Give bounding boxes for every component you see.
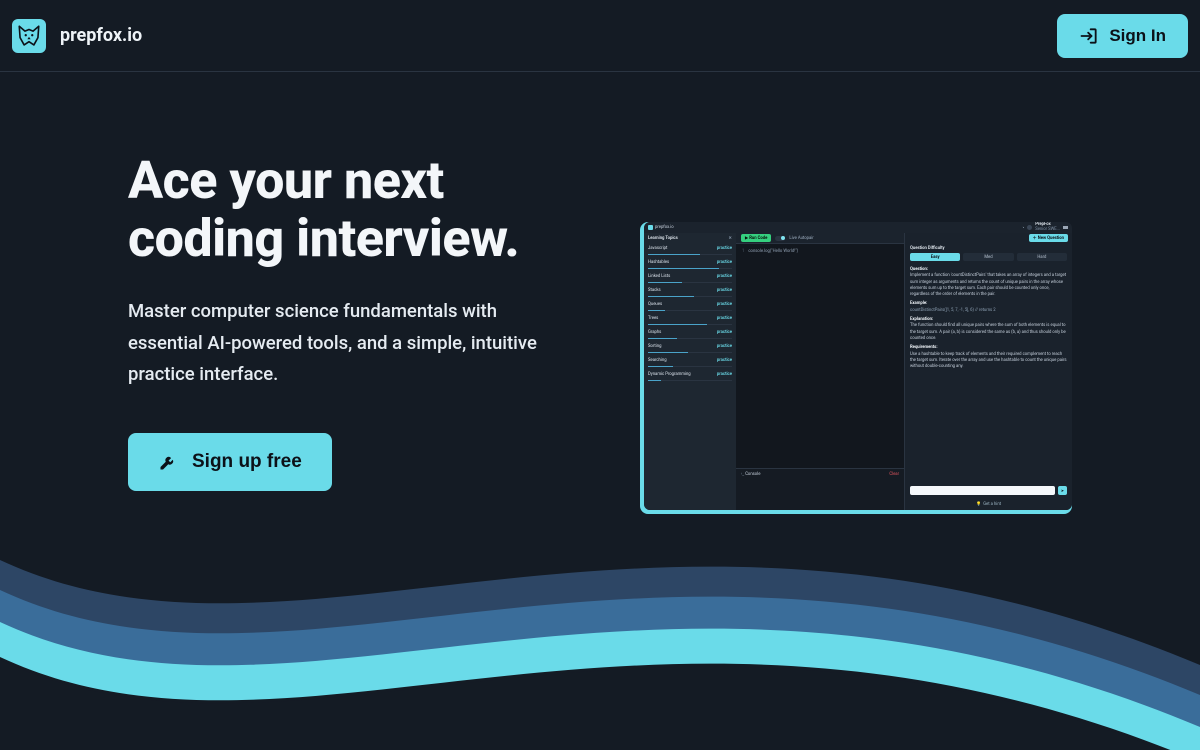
sidebar-topic: Trees practice bbox=[644, 313, 736, 324]
topic-progress bbox=[648, 296, 732, 297]
requirements-heading: Requirements: bbox=[910, 345, 938, 350]
brand[interactable]: prepfox.io bbox=[12, 19, 142, 53]
sidebar-topic: Graphs practice bbox=[644, 327, 736, 338]
topic-practice-link: practice bbox=[717, 288, 732, 293]
preview-sidebar: Learning Topics ✕ JavascriptpracticeHash… bbox=[644, 233, 736, 510]
topic-practice-link: practice bbox=[717, 274, 732, 279]
hero-subtitle: Master computer science fundamentals wit… bbox=[128, 296, 558, 390]
difficulty-easy: Easy bbox=[910, 253, 960, 261]
preview-question-panel: ＋ New Question Question Difficulty Easy … bbox=[904, 233, 1072, 510]
sidebar-topic: Javascript practice bbox=[644, 243, 736, 254]
question-text: Implement a function 'countDistinctPairs… bbox=[910, 273, 1067, 298]
sign-in-label: Sign In bbox=[1109, 26, 1166, 46]
sidebar-topic: Queues practice bbox=[644, 299, 736, 310]
preview-editor-column: ▶ Run Code Live Autopair 1console.log("H… bbox=[736, 233, 904, 510]
explanation-heading: Explanation: bbox=[910, 317, 933, 322]
topic-practice-link: practice bbox=[717, 260, 732, 265]
code-editor: 1console.log("Hello World!") bbox=[736, 243, 904, 468]
topic-practice-link: practice bbox=[717, 358, 732, 363]
topic-progress bbox=[648, 310, 732, 311]
console-title: ›_ Console bbox=[741, 472, 760, 477]
chat-input bbox=[910, 486, 1055, 495]
topic-label: Trees bbox=[648, 316, 658, 321]
tools-icon bbox=[158, 452, 178, 472]
topic-progress bbox=[648, 254, 732, 255]
sign-in-icon bbox=[1079, 26, 1099, 46]
topic-progress bbox=[648, 338, 732, 339]
brand-name: prepfox.io bbox=[60, 25, 142, 46]
hero-title: Ace your next coding interview. bbox=[128, 152, 598, 268]
difficulty-title: Question Difficulty bbox=[910, 246, 1067, 251]
topic-practice-link: practice bbox=[717, 330, 732, 335]
topic-practice-link: practice bbox=[717, 316, 732, 321]
console-panel: ›_ Console Clear bbox=[736, 468, 904, 510]
autopair-toggle bbox=[775, 236, 785, 241]
sign-in-button[interactable]: Sign In bbox=[1057, 14, 1188, 58]
requirements-text: Use a hashtable to keep track of element… bbox=[910, 352, 1067, 371]
fox-logo-icon bbox=[12, 19, 46, 53]
console-clear-button: Clear bbox=[889, 472, 899, 477]
chevron-right-icon: ›_ bbox=[741, 472, 744, 477]
topic-label: Linked Lists bbox=[648, 274, 670, 279]
fox-logo-icon bbox=[648, 225, 653, 230]
play-icon: ▶ bbox=[745, 235, 748, 241]
sidebar-topic: Searching practice bbox=[644, 355, 736, 366]
run-code-button: ▶ Run Code bbox=[741, 234, 771, 242]
wave-decoration bbox=[0, 510, 1200, 750]
topic-label: Graphs bbox=[648, 330, 661, 335]
topic-label: Javascript bbox=[648, 246, 667, 251]
topic-progress bbox=[648, 324, 732, 325]
topic-practice-link: practice bbox=[717, 372, 732, 377]
topic-practice-link: practice bbox=[717, 302, 732, 307]
question-heading: Question: bbox=[910, 267, 928, 272]
topic-label: Stacks bbox=[648, 288, 661, 293]
preview-window: prepfox.io ◔ PrepFox Senior SWE... Lear bbox=[644, 222, 1072, 510]
topic-practice-link: practice bbox=[717, 246, 732, 251]
topic-label: Searching bbox=[648, 358, 667, 363]
example-heading: Example: bbox=[910, 301, 927, 306]
topic-label: Sorting bbox=[648, 344, 661, 349]
site-header: prepfox.io Sign In bbox=[0, 0, 1200, 72]
explanation-text: The function should find all unique pair… bbox=[910, 323, 1067, 342]
new-question-button: ＋ New Question bbox=[1029, 234, 1068, 242]
preview-topbar: prepfox.io ◔ PrepFox Senior SWE... bbox=[644, 222, 1072, 233]
topic-progress bbox=[648, 366, 732, 367]
app-preview: prepfox.io ◔ PrepFox Senior SWE... Lear bbox=[640, 222, 1072, 514]
avatar bbox=[1027, 225, 1032, 230]
preview-brand: prepfox.io bbox=[655, 225, 674, 230]
run-code-label: Run Code bbox=[749, 236, 767, 241]
plus-icon: ＋ bbox=[1033, 236, 1037, 241]
difficulty-hard: Hard bbox=[1017, 253, 1067, 261]
hero-copy: Ace your next coding interview. Master c… bbox=[128, 152, 598, 491]
preview-user-sub: Senior SWE... bbox=[1035, 228, 1060, 232]
send-button: ➤ bbox=[1058, 486, 1067, 495]
topic-label: Hashtables bbox=[648, 260, 669, 265]
question-body: Question: Implement a function 'countDis… bbox=[905, 264, 1072, 482]
sidebar-topic: Linked Lists practice bbox=[644, 271, 736, 282]
topic-practice-link: practice bbox=[717, 344, 732, 349]
topic-label: Dynamic Programming bbox=[648, 372, 691, 377]
menu-icon bbox=[1063, 226, 1068, 229]
topic-progress bbox=[648, 268, 732, 269]
sidebar-topic: Dynamic Programming practice bbox=[644, 369, 736, 380]
topic-progress bbox=[648, 352, 732, 353]
difficulty-med: Med bbox=[963, 253, 1013, 261]
sidebar-topic: Stacks practice bbox=[644, 285, 736, 296]
difficulty-buttons: Easy Med Hard bbox=[910, 253, 1067, 261]
sidebar-title: Learning Topics bbox=[648, 236, 678, 241]
code-line: console.log("Hello World!") bbox=[748, 249, 798, 254]
close-icon: ✕ bbox=[728, 235, 732, 241]
topic-progress bbox=[648, 380, 732, 381]
autopair-label: Live Autopair bbox=[789, 236, 813, 241]
hint-button: 💡Get a hint bbox=[905, 499, 1072, 510]
sidebar-topic: Sorting practice bbox=[644, 341, 736, 352]
sign-up-label: Sign up free bbox=[192, 451, 302, 473]
sidebar-topic: Hashtables practice bbox=[644, 257, 736, 268]
lightbulb-icon: 💡 bbox=[976, 502, 981, 507]
notification-icon: ◔ bbox=[1022, 225, 1025, 231]
topic-progress bbox=[648, 282, 732, 283]
sign-up-free-button[interactable]: Sign up free bbox=[128, 433, 332, 491]
hero: Ace your next coding interview. Master c… bbox=[0, 72, 1200, 491]
topic-label: Queues bbox=[648, 302, 662, 307]
